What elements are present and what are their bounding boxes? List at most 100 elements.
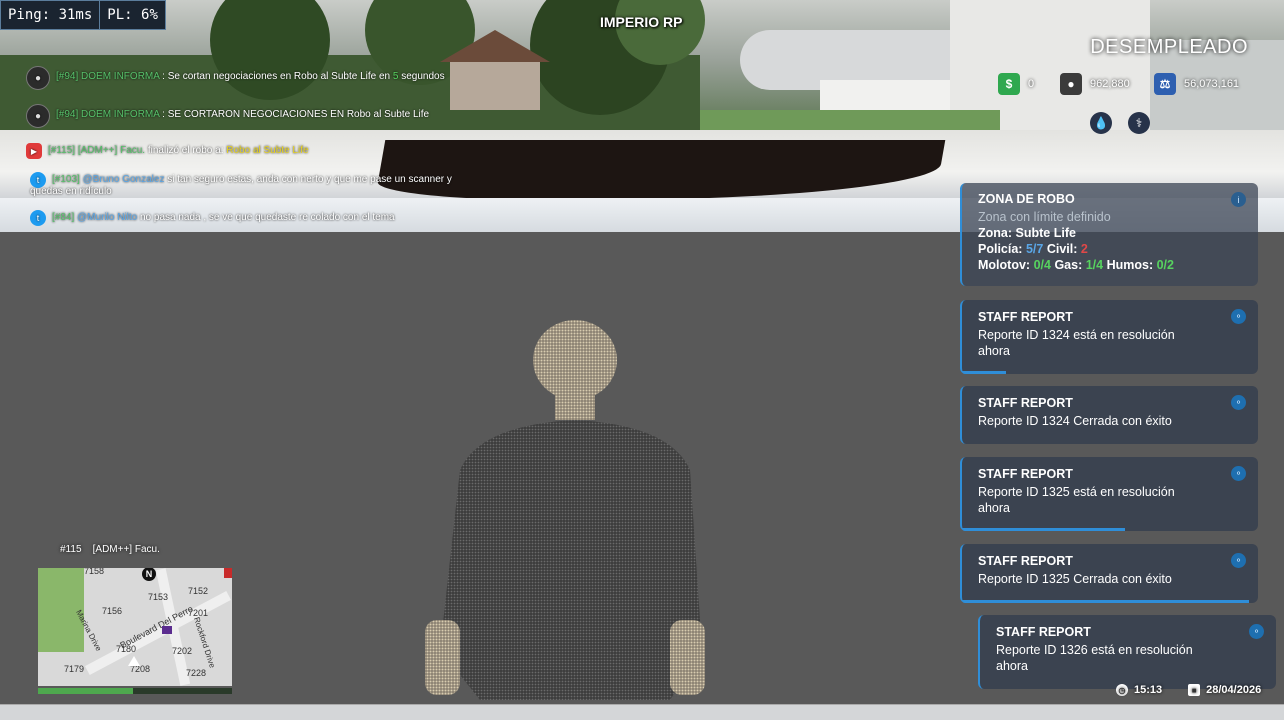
waypoint-icon — [224, 568, 232, 578]
bank-society-value: 56,073,161 — [1184, 78, 1240, 90]
avatar-icon: ● — [26, 66, 50, 90]
chat-sender: [ADM++] Facu. — [77, 145, 146, 156]
property-icon — [162, 626, 172, 634]
headset-icon: ⚬ — [1231, 395, 1246, 410]
minimap-street-name: Rockford Drive — [191, 615, 217, 670]
chat-tag: [#94] — [56, 109, 79, 120]
zone-value: Subte Life — [1015, 226, 1076, 240]
chat-sender: @Bruno Gonzalez — [82, 174, 165, 185]
headset-icon: ⚬ — [1231, 553, 1246, 568]
chat-message: ● [#94] DOEM INFORMA : Se cortan negocia… — [26, 66, 445, 90]
staff-report-notification: ⚬ STAFF REPORT Reporte ID 1325 Cerrada c… — [960, 544, 1258, 603]
chat-tag: [#115] — [48, 145, 76, 156]
minimap-street-number: 7156 — [102, 606, 123, 616]
report-progress — [962, 600, 1250, 603]
player-nameplate: #115 [ADM++] Facu. — [60, 544, 160, 555]
thirst-icon: 💧 — [1090, 112, 1112, 134]
staff-report-notification: ⚬ STAFF REPORT Reporte ID 1324 Cerrada c… — [960, 386, 1258, 444]
zone-subtitle: Zona con límite definido — [978, 210, 1111, 224]
robbery-zone-panel: i ZONA DE ROBO Zona con límite definido … — [960, 183, 1258, 286]
status-icons: 💧 ⚕ — [1090, 112, 1150, 134]
health-fill — [38, 688, 134, 694]
bank-personal-display: ● 962,880 — [1060, 72, 1130, 96]
chat-separator: : — [159, 109, 168, 120]
cash-display: $ 0 — [998, 72, 1034, 96]
chat-sender: @Murilo Nilto — [77, 212, 138, 223]
chat-text-continued: quedas en ridículo — [30, 186, 112, 197]
network-stats: Ping: 31ms PL: 6% — [0, 0, 166, 30]
staff-report-notification: ⚬ STAFF REPORT Reporte ID 1324 está en r… — [960, 300, 1258, 374]
civil-value: 2 — [1080, 242, 1088, 256]
report-message-continued: ahora — [978, 501, 1010, 515]
headset-icon: ⚬ — [1231, 309, 1246, 324]
packet-loss-readout: PL: 6% — [100, 0, 166, 30]
time-date: ◷ 15:13 ■ 28/04/2026 — [1116, 684, 1261, 696]
avatar-icon: ● — [26, 104, 50, 128]
zone-title: ZONA DE ROBO — [978, 192, 1075, 206]
chat-message: t [#84] @Murilo Nilto no pasa nada , se … — [30, 210, 395, 226]
chat-separator: : — [159, 71, 168, 82]
report-message: Reporte ID 1325 está en resolución — [978, 485, 1175, 499]
twitter-icon: t — [30, 210, 46, 226]
minimap-street-name: Boulevard Del Perro — [118, 603, 195, 651]
player-arrow-icon — [128, 656, 140, 666]
chat-text: Se cortan negociaciones en Robo al Subte… — [167, 71, 393, 82]
health-bar — [38, 688, 232, 694]
zone-counts-row: Policía: 5/7 Civil: 2 — [978, 241, 1242, 257]
player-character — [425, 320, 705, 700]
chat-text: finalizó el robo a: — [147, 145, 227, 156]
date-value: 28/04/2026 — [1206, 684, 1262, 696]
chat-sender: DOEM INFORMA — [81, 109, 160, 120]
gas-label: Gas: — [1054, 258, 1083, 272]
minimap: N 7158 7152 7156 7153 7201 7202 7228 720… — [38, 568, 232, 686]
chat-highlight: Robo al Subte Life — [226, 145, 309, 156]
staff-report-notification: ⚬ STAFF REPORT Reporte ID 1326 está en r… — [978, 615, 1276, 689]
chat-message: ● [#94] DOEM INFORMA : SE CORTARON NEGOC… — [26, 104, 429, 128]
civil-label: Civil: — [1046, 242, 1078, 256]
report-message-continued: ahora — [978, 344, 1010, 358]
chat-text: si tan seguro estas, anda con nerto y qu… — [167, 174, 452, 185]
youtube-icon: ▶ — [26, 143, 42, 159]
server-name: IMPERIO RP — [600, 14, 683, 30]
bank-personal-value: 962,880 — [1090, 78, 1130, 90]
headset-icon: ⚬ — [1249, 624, 1264, 639]
minimap-street-number: 7202 — [172, 646, 193, 656]
report-title: STAFF REPORT — [978, 467, 1073, 481]
gas-value: 1/4 — [1085, 258, 1104, 272]
hunger-icon: ⚕ — [1128, 112, 1150, 134]
bank-society-display: ⚖ 56,073,161 — [1154, 72, 1239, 96]
report-title: STAFF REPORT — [978, 554, 1073, 568]
minimap-street-number: 7228 — [186, 668, 207, 678]
headset-icon: ⚬ — [1231, 466, 1246, 481]
person-icon: ● — [1060, 73, 1082, 95]
minimap-street-number: 7179 — [64, 664, 85, 674]
report-message: Reporte ID 1326 está en resolución — [996, 643, 1193, 657]
report-title: STAFF REPORT — [978, 396, 1073, 410]
cash-value: 0 — [1028, 78, 1035, 90]
chat-message: ▶ [#115] [ADM++] Facu. finalizó el robo … — [26, 143, 309, 159]
ping-readout: Ping: 31ms — [0, 0, 101, 30]
zone-label: Zona: — [978, 226, 1013, 240]
chat-sender: DOEM INFORMA — [81, 71, 160, 82]
clock-icon: ◷ — [1116, 684, 1128, 696]
bottom-strip — [0, 704, 1284, 720]
report-message: Reporte ID 1324 está en resolución — [978, 328, 1175, 342]
police-value: 5/7 — [1025, 242, 1044, 256]
minimap-street-number: 7153 — [148, 592, 169, 602]
report-progress — [962, 528, 1125, 531]
report-title: STAFF REPORT — [996, 625, 1091, 639]
time-value: 15:13 — [1134, 684, 1163, 696]
report-message-continued: ahora — [996, 659, 1028, 673]
calendar-icon: ■ — [1188, 684, 1201, 696]
police-label: Policía: — [978, 242, 1023, 256]
chat-tag: [#94] — [56, 71, 79, 82]
chat-tag: [#84] — [52, 212, 75, 223]
chat-message: t [#103] @Bruno Gonzalez si tan seguro e… — [30, 172, 452, 198]
smoke-value: 0/2 — [1156, 258, 1174, 272]
molotov-value: 0/4 — [1033, 258, 1051, 272]
chat-text: SE CORTARON NEGOCIACIONES EN Robo al Sub… — [167, 109, 430, 120]
report-message: Reporte ID 1324 Cerrada con éxito — [978, 414, 1172, 428]
job-title: DESEMPLEADO — [1090, 36, 1248, 58]
report-message: Reporte ID 1325 Cerrada con éxito — [978, 572, 1172, 586]
staff-report-notification: ⚬ STAFF REPORT Reporte ID 1325 está en r… — [960, 457, 1258, 531]
